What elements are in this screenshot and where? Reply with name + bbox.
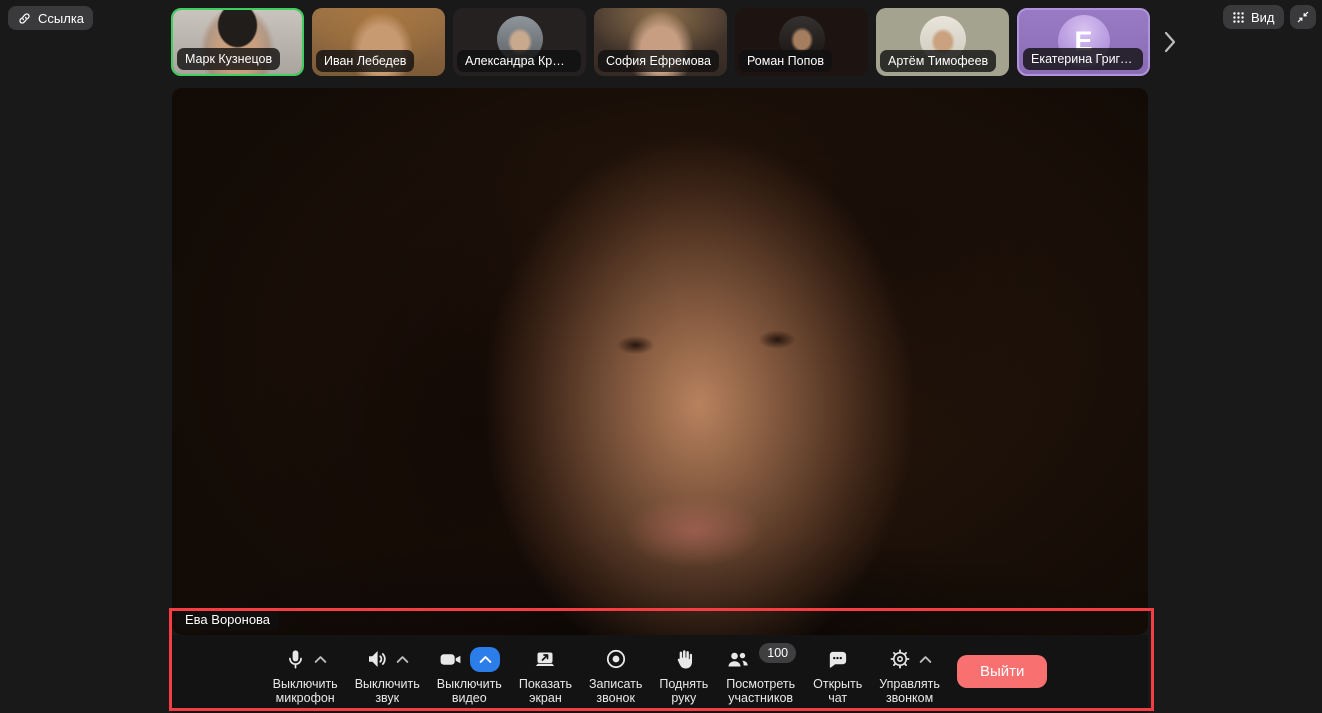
camera-icon	[438, 647, 463, 672]
control-label: Управлять звонком	[879, 677, 940, 705]
control-label: Выключить микрофон	[273, 677, 338, 705]
grid-view-icon	[1232, 11, 1245, 24]
chevron-up-icon	[396, 655, 409, 664]
copy-link-button[interactable]: Ссылка	[8, 6, 93, 30]
chevron-up-icon	[314, 655, 327, 664]
screen-share-icon	[533, 647, 557, 671]
mute-microphone-button[interactable]: Выключить микрофон	[273, 644, 338, 705]
view-participants-button[interactable]: 100 Посмотреть участников	[725, 644, 796, 705]
open-chat-button[interactable]: Открыть чат	[813, 644, 862, 705]
camera-options-chevron[interactable]	[470, 647, 500, 672]
participant-tile[interactable]: Артём Тимофеев	[876, 8, 1009, 76]
participant-name: Иван Лебедев	[316, 50, 414, 72]
call-control-bar: Выключить микрофон Выключить звук Выключ…	[172, 635, 1148, 713]
raise-hand-button[interactable]: Поднять руку	[659, 644, 708, 705]
view-button[interactable]: Вид	[1223, 5, 1284, 29]
participants-strip: Марк Кузнецов Иван Лебедев Александра Кр…	[171, 8, 1150, 76]
participant-tile[interactable]: Е Екатерина Григор…	[1017, 8, 1150, 76]
manage-call-chevron[interactable]	[919, 655, 932, 664]
control-label: Поднять руку	[659, 677, 708, 705]
collapse-window-button[interactable]	[1290, 5, 1316, 29]
participant-name: Александра Крыл…	[457, 50, 581, 72]
control-label: Показать экран	[519, 677, 572, 705]
record-call-button[interactable]: Записать звонок	[589, 644, 642, 705]
chevron-right-icon	[1160, 29, 1180, 55]
participants-count-badge: 100	[759, 643, 796, 663]
leave-call-button[interactable]: Выйти	[957, 655, 1047, 688]
participant-name: Екатерина Григор…	[1023, 48, 1143, 70]
link-icon	[17, 11, 32, 26]
control-label: Выключить звук	[355, 677, 420, 705]
sound-options-chevron[interactable]	[396, 655, 409, 664]
participant-tile[interactable]: Марк Кузнецов	[171, 8, 304, 76]
speaker-icon	[365, 647, 389, 671]
share-screen-button[interactable]: Показать экран	[519, 644, 572, 705]
chevron-up-icon	[479, 655, 492, 664]
participant-tile[interactable]: Александра Крыл…	[453, 8, 586, 76]
microphone-icon	[284, 648, 307, 671]
chat-icon	[826, 648, 849, 671]
main-video: Ева Воронова	[172, 88, 1148, 635]
control-label: Выключить видео	[437, 677, 502, 705]
participant-tile[interactable]: Роман Попов	[735, 8, 868, 76]
control-label: Записать звонок	[589, 677, 642, 705]
control-label: Посмотреть участников	[726, 677, 795, 705]
hand-icon	[672, 648, 695, 671]
manage-call-button[interactable]: Управлять звонком	[879, 644, 940, 705]
gear-icon	[888, 647, 912, 671]
participant-name: Роман Попов	[739, 50, 832, 72]
participant-name: София Ефремова	[598, 50, 719, 72]
record-icon	[604, 647, 628, 671]
participant-tile[interactable]: Иван Лебедев	[312, 8, 445, 76]
link-button-label: Ссылка	[38, 11, 84, 26]
participant-name: Артём Тимофеев	[880, 50, 996, 72]
turn-off-video-button[interactable]: Выключить видео	[437, 644, 502, 705]
microphone-options-chevron[interactable]	[314, 655, 327, 664]
participants-icon	[725, 647, 751, 671]
participant-tile[interactable]: София Ефремова	[594, 8, 727, 76]
control-label: Открыть чат	[813, 677, 862, 705]
view-button-label: Вид	[1251, 10, 1275, 25]
scroll-participants-right-button[interactable]	[1160, 29, 1180, 55]
mute-sound-button[interactable]: Выключить звук	[355, 644, 420, 705]
chevron-up-icon	[919, 655, 932, 664]
collapse-icon	[1296, 10, 1310, 24]
main-speaker-name: Ева Воронова	[176, 609, 279, 631]
participant-name: Марк Кузнецов	[177, 48, 280, 70]
